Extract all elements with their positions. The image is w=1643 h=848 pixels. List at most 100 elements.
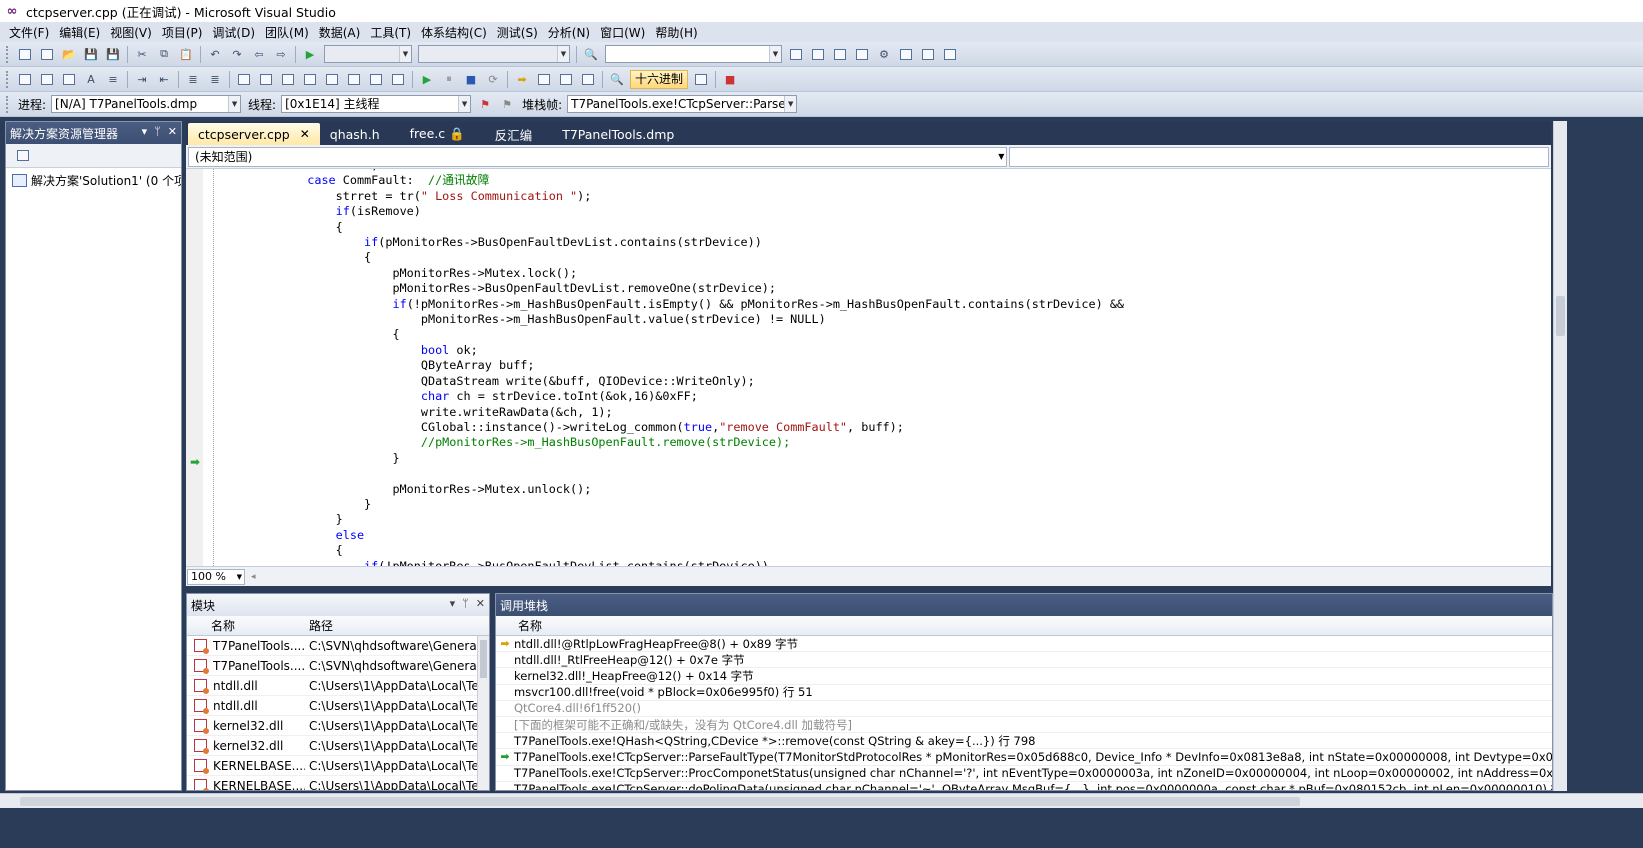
call-stack-row[interactable]: T7PanelTools.exe!CTcpServer::ProcCompone… bbox=[496, 766, 1552, 782]
menu-architecture[interactable]: 体系结构(C) bbox=[416, 24, 492, 41]
copy-icon[interactable]: ⧉ bbox=[155, 46, 173, 63]
stop-debugging-icon[interactable]: ■ bbox=[462, 71, 480, 88]
paste-icon[interactable]: 📋 bbox=[177, 46, 195, 63]
find-icon[interactable] bbox=[389, 71, 407, 88]
call-stack-row[interactable]: msvcr100.dll!free(void * pBlock=0x06e995… bbox=[496, 685, 1552, 701]
call-stack-row[interactable]: ntdll.dll!_RtlFreeHeap@12() + 0x7e 字节 bbox=[496, 652, 1552, 669]
table-row[interactable]: T7PanelTools.... C:\SVN\qhdsoftware\Gener… bbox=[187, 656, 489, 676]
call-stack-row[interactable]: T7PanelTools.exe!CTcpServer::doPolingDat… bbox=[496, 782, 1552, 790]
toolbar-button-icon[interactable]: ≡ bbox=[104, 71, 122, 88]
bookmark-icon[interactable] bbox=[235, 71, 253, 88]
code-text[interactable]: break; case CommFault: //通讯故障 strret = t… bbox=[222, 169, 1124, 566]
solution-platform-combo[interactable]: ▼ bbox=[418, 45, 570, 63]
scrollbar-thumb[interactable] bbox=[1556, 296, 1565, 336]
restart-icon[interactable]: ⟳ bbox=[484, 71, 502, 88]
scroll-left-icon[interactable]: ◂ bbox=[251, 572, 256, 582]
navigate-forward-icon[interactable]: ⇨ bbox=[272, 46, 290, 63]
cut-icon[interactable]: ✂ bbox=[133, 46, 151, 63]
menu-test[interactable]: 测试(S) bbox=[492, 24, 543, 41]
call-stack-row[interactable]: kernel32.dll!_HeapFree@12() + 0x14 字节 bbox=[496, 668, 1552, 685]
uncomment-icon[interactable]: ≣ bbox=[206, 71, 224, 88]
zoom-combo[interactable]: 100 % ▼ bbox=[187, 568, 245, 585]
menu-file[interactable]: 文件(F) bbox=[4, 24, 54, 41]
table-row[interactable]: kernel32.dll C:\Users\1\AppData\Local\Te.… bbox=[187, 736, 489, 756]
undo-icon[interactable]: ↶ bbox=[206, 46, 224, 63]
toolbar-button-icon[interactable] bbox=[60, 71, 78, 88]
call-stack-row[interactable]: [下面的框架可能不正确和/或缺失，没有为 QtCore4.dll 加载符号] bbox=[496, 717, 1552, 734]
open-file-icon[interactable]: 📂 bbox=[60, 46, 78, 63]
window-position-icon[interactable]: ▾ bbox=[450, 597, 456, 610]
bookmark-next-icon[interactable] bbox=[279, 71, 297, 88]
table-row[interactable]: T7PanelTools.... C:\SVN\qhdsoftware\Gener… bbox=[187, 636, 489, 656]
extension-manager-icon[interactable] bbox=[919, 46, 937, 63]
menu-analyze[interactable]: 分析(N) bbox=[543, 24, 595, 41]
menu-help[interactable]: 帮助(H) bbox=[650, 24, 702, 41]
column-name[interactable]: 名称 bbox=[187, 617, 305, 634]
auto-hide-pin-icon[interactable]: ᛘ bbox=[462, 597, 469, 610]
table-row[interactable]: kernel32.dll C:\Users\1\AppData\Local\Te.… bbox=[187, 716, 489, 736]
column-path[interactable]: 路径 bbox=[305, 617, 333, 634]
horizontal-scrollbar[interactable] bbox=[0, 793, 1643, 808]
window-position-icon[interactable]: ▾ bbox=[142, 125, 148, 138]
indent-icon[interactable]: ⇥ bbox=[133, 71, 151, 88]
process-combo[interactable]: [N/A] T7PanelTools.dmp ▼ bbox=[51, 95, 242, 113]
solution-node[interactable]: 解决方案'Solution1' (0 个项 bbox=[6, 168, 181, 193]
new-project-icon[interactable] bbox=[16, 46, 34, 63]
table-row[interactable]: ntdll.dll C:\Users\1\AppData\Local\Te... bbox=[187, 676, 489, 696]
start-page-icon[interactable] bbox=[897, 46, 915, 63]
start-debugging-icon[interactable]: ▶ bbox=[301, 46, 319, 63]
call-stack-row[interactable]: ➡ ntdll.dll!@RtlpLowFragHeapFree@8() + 0x… bbox=[496, 636, 1552, 653]
call-stack-row[interactable]: T7PanelTools.exe!QHash<QString,CDevice *… bbox=[496, 733, 1552, 750]
hexadecimal-toggle-button[interactable]: 十六进制 bbox=[630, 69, 689, 89]
bookmark-prev-icon[interactable] bbox=[257, 71, 275, 88]
find-in-files-icon[interactable]: 🔍 bbox=[582, 46, 600, 63]
navigate-backward-icon[interactable]: ⇦ bbox=[250, 46, 268, 63]
toolbar-button-icon[interactable]: A bbox=[82, 71, 100, 88]
show-flagged-threads-icon[interactable]: ⚑ bbox=[498, 96, 516, 113]
tab-qhash-h[interactable]: qhash.h bbox=[320, 123, 390, 145]
tab-ctcpserver-cpp[interactable]: ctcpserver.cpp ✕ bbox=[188, 123, 320, 145]
toolbar-button-icon[interactable] bbox=[16, 71, 34, 88]
properties-icon[interactable] bbox=[14, 147, 32, 164]
call-stack-row[interactable]: ➡ T7PanelTools.exe!CTcpServer::ParseFault… bbox=[496, 749, 1552, 766]
solution-explorer-icon[interactable] bbox=[787, 46, 805, 63]
stack-frame-combo[interactable]: T7PanelTools.exe!CTcpServer::ParseFa ▼ bbox=[567, 95, 798, 113]
indicator-margin[interactable] bbox=[186, 169, 203, 566]
tab-free-c[interactable]: free.c 🔒 bbox=[390, 123, 475, 145]
command-window-icon[interactable] bbox=[941, 46, 959, 63]
close-icon[interactable]: ✕ bbox=[168, 125, 177, 138]
call-stack-row[interactable]: QtCore4.dll!6f1ff520() bbox=[496, 701, 1552, 717]
bookmark-folder-next-icon[interactable] bbox=[323, 71, 341, 88]
team-explorer-icon[interactable]: ⚙ bbox=[875, 46, 893, 63]
save-all-icon[interactable]: 💾 bbox=[104, 46, 122, 63]
menu-debug[interactable]: 调试(D) bbox=[207, 24, 260, 41]
column-name[interactable]: 名称 bbox=[496, 617, 542, 634]
bookmark-folder-prev-icon[interactable] bbox=[301, 71, 319, 88]
close-icon[interactable]: ✕ bbox=[476, 597, 485, 610]
save-icon[interactable]: 💾 bbox=[82, 46, 100, 63]
menu-tools[interactable]: 工具(T) bbox=[365, 24, 416, 41]
quickwatch-icon[interactable]: 🔍 bbox=[608, 71, 626, 88]
step-out-icon[interactable] bbox=[579, 71, 597, 88]
modules-scrollbar[interactable] bbox=[477, 636, 489, 790]
step-over-icon[interactable] bbox=[557, 71, 575, 88]
step-into-icon[interactable] bbox=[535, 71, 553, 88]
close-tab-icon[interactable]: ✕ bbox=[300, 127, 310, 141]
scope-combo[interactable]: (未知范围) ▼ bbox=[188, 146, 1008, 167]
menu-window[interactable]: 窗口(W) bbox=[595, 24, 650, 41]
find-combo[interactable]: ▼ bbox=[605, 45, 782, 63]
comment-icon[interactable]: ≣ bbox=[184, 71, 202, 88]
toolbar-grip[interactable] bbox=[6, 45, 10, 63]
code-area[interactable]: ➡ break; case CommFault: //通讯故障 strret =… bbox=[186, 169, 1551, 566]
outdent-icon[interactable]: ⇤ bbox=[155, 71, 173, 88]
member-combo[interactable] bbox=[1009, 146, 1549, 167]
auto-hide-pin-icon[interactable]: ᛘ bbox=[154, 125, 161, 138]
breakpoints-window-icon[interactable]: ■ bbox=[721, 71, 739, 88]
scrollbar-thumb[interactable] bbox=[20, 797, 1300, 806]
scrollbar-thumb[interactable] bbox=[480, 640, 487, 678]
tab-disassembly[interactable]: 反汇编 bbox=[475, 123, 543, 145]
continue-icon[interactable]: ▶ bbox=[418, 71, 436, 88]
tab-dump-file[interactable]: T7PanelTools.dmp bbox=[542, 123, 684, 145]
menu-project[interactable]: 项目(P) bbox=[157, 24, 208, 41]
table-row[interactable]: KERNELBASE.... C:\Users\1\AppData\Local\T… bbox=[187, 756, 489, 776]
